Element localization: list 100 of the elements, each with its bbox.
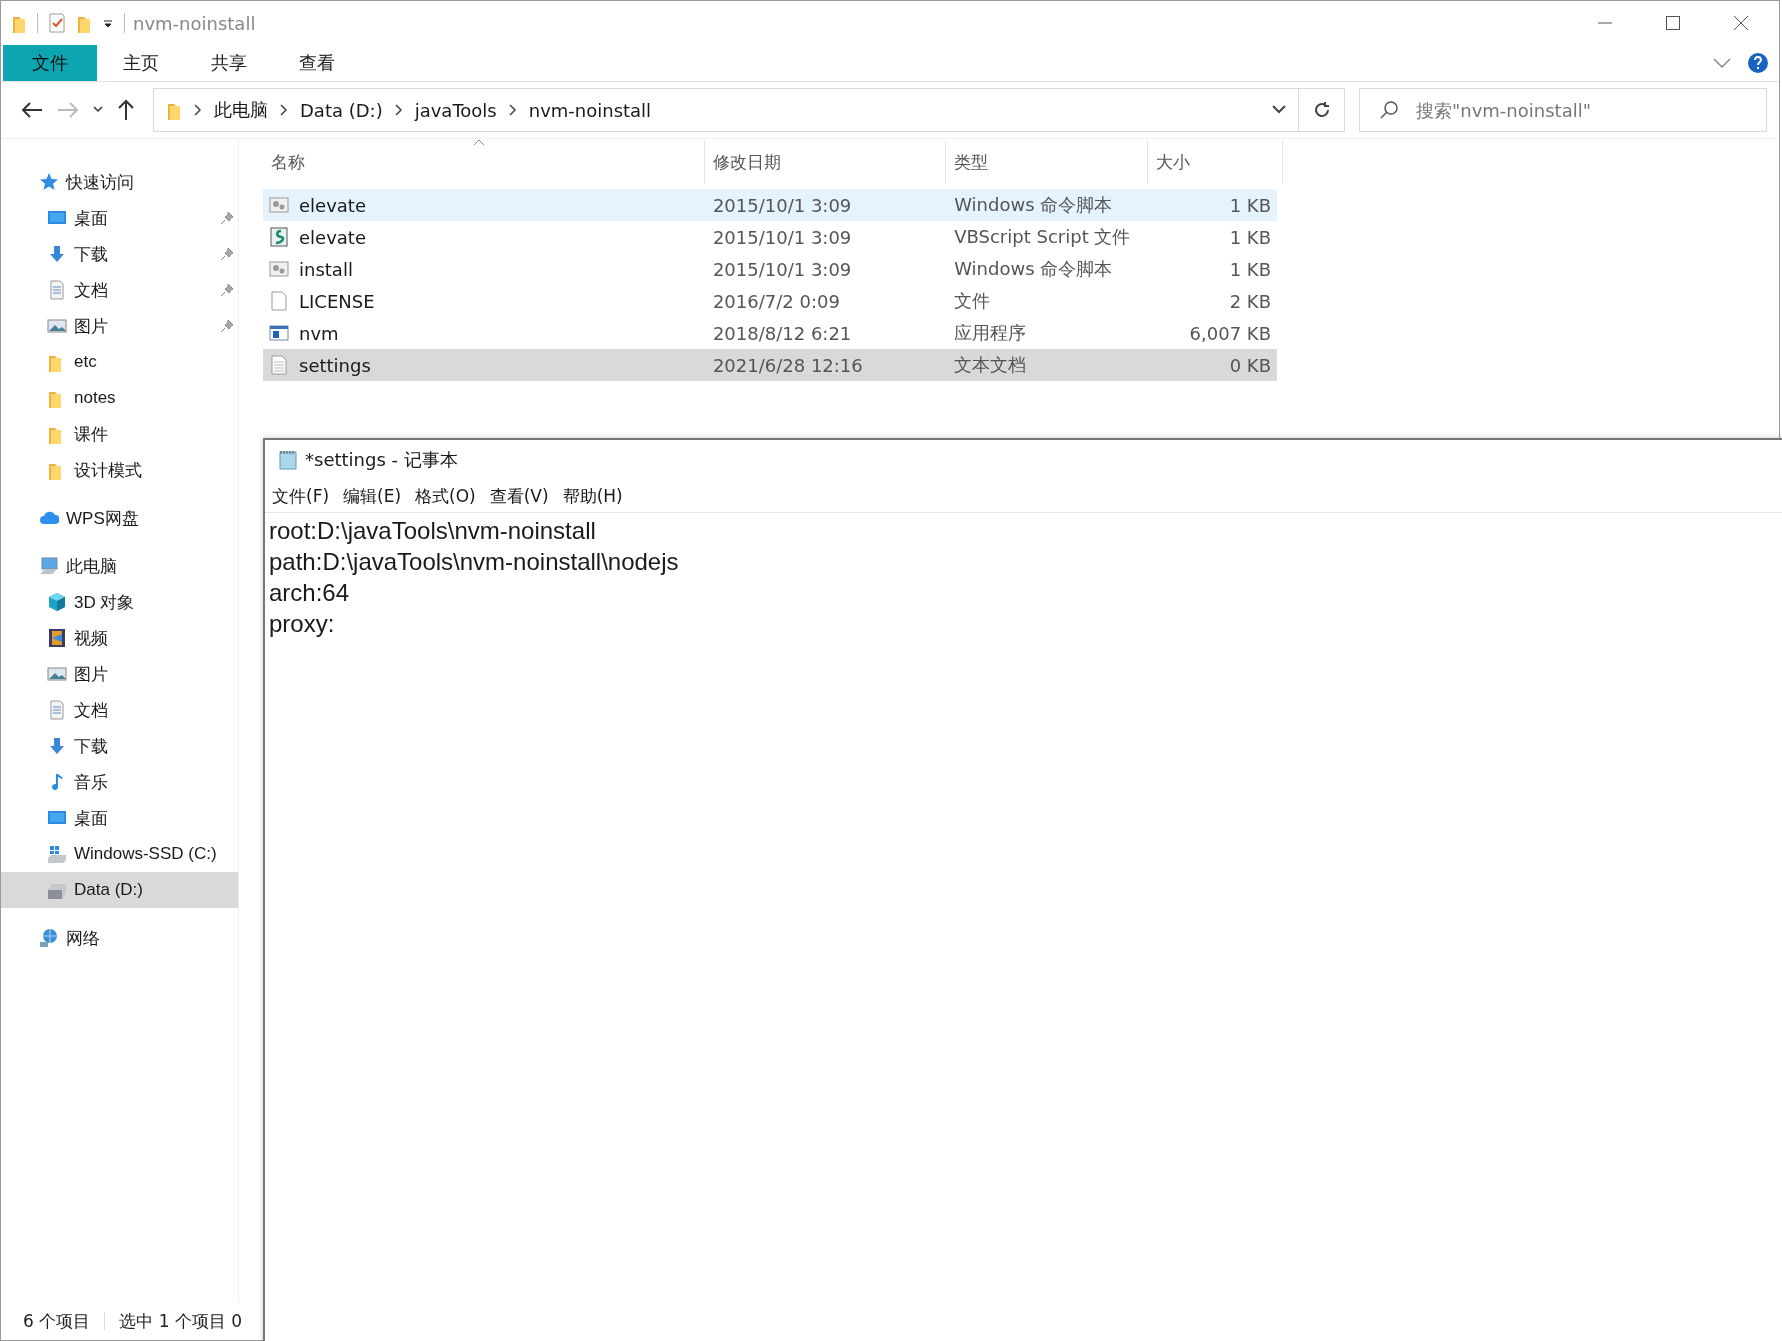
table-cell-text: Windows 命令脚本 <box>953 193 1114 217</box>
text-line: path:D:\javaTools\nvm-noinstall\nodejs <box>269 547 680 577</box>
table-cell-text: Windows 命令脚本 <box>953 257 1114 281</box>
search-field[interactable]: 搜索"nvm-noinstall" <box>1359 88 1767 132</box>
drive-icon <box>47 844 67 864</box>
file-name: elevate <box>299 194 366 216</box>
file-row[interactable]: install 2015/10/1 3:09 Windows 命令脚本 1 KB <box>263 253 1277 285</box>
breadcrumb[interactable]: nvm-noinstall <box>528 99 652 121</box>
blank-document-icon <box>269 291 289 311</box>
table-cell-text: 应用程序 <box>953 321 1028 345</box>
ribbon-tab[interactable]: 文件 <box>3 45 97 81</box>
chevron-right-icon <box>280 104 288 116</box>
table-cell-text: 6,007 KB <box>1188 322 1272 344</box>
column-header[interactable]: 大小 <box>1147 140 1283 184</box>
menu-item[interactable]: 编辑(E) <box>343 484 402 508</box>
menu-item[interactable]: 格式(O) <box>415 484 476 508</box>
back-arrow-icon[interactable] <box>21 101 43 119</box>
sidebar-item[interactable]: 桌面 <box>1 800 238 836</box>
sidebar-item[interactable]: WPS网盘 <box>1 500 238 536</box>
checklist-icon[interactable] <box>48 13 66 33</box>
file-name: nvm <box>299 322 339 344</box>
notepad-icon <box>277 449 299 471</box>
file-row[interactable]: LICENSE 2016/7/2 0:09 文件 2 KB <box>263 285 1277 317</box>
chevron-down-icon[interactable] <box>1272 105 1286 115</box>
file-row[interactable]: elevate 2015/10/1 3:09 Windows 命令脚本 1 KB <box>263 189 1277 221</box>
sidebar-item[interactable]: 视频 <box>1 620 238 656</box>
sidebar-item[interactable]: 课件 <box>1 416 238 452</box>
sidebar-item[interactable]: Data (D:) <box>1 872 238 908</box>
chevron-right-icon <box>394 104 403 116</box>
address-bar[interactable]: 此电脑 Data (D:) javaTools nvm-noinstall <box>153 88 1299 132</box>
column-header[interactable]: 名称 <box>263 140 705 184</box>
menu-item[interactable]: 帮助(H) <box>562 484 623 508</box>
sidebar-item[interactable]: 图片 <box>1 656 238 692</box>
text-area[interactable]: root:D:\javaTools\nvm-noinstall path:D:\javaTools\nvm-noinstall\nodejs arch:64 proxy: <box>265 513 1782 1333</box>
refresh-button[interactable] <box>1299 88 1345 132</box>
table-cell-text: 文本文档 <box>953 353 1028 377</box>
file-name: settings <box>299 354 371 376</box>
gears-document-icon <box>269 195 289 215</box>
table-cell-text: 文件 <box>953 289 992 313</box>
up-arrow-icon[interactable] <box>117 99 135 121</box>
breadcrumb[interactable]: javaTools <box>414 99 497 121</box>
sidebar-item[interactable]: 音乐 <box>1 764 238 800</box>
sidebar-item[interactable]: notes <box>1 380 238 416</box>
ribbon-tab[interactable]: 查看 <box>273 45 361 81</box>
pin-icon <box>220 211 234 225</box>
maximize-icon[interactable] <box>1665 15 1681 31</box>
sidebar-item[interactable]: 此电脑 <box>1 548 238 584</box>
globe-icon <box>39 928 59 948</box>
table-cell-text: 2015/10/1 3:09 <box>711 194 853 216</box>
sidebar-item[interactable]: 设计模式 <box>1 452 238 488</box>
refresh-icon <box>1312 101 1331 119</box>
table-cell-text: VBScript Script 文件 <box>953 225 1132 249</box>
search-icon <box>1379 100 1399 120</box>
window-title: nvm-noinstall <box>133 12 256 34</box>
picture-icon <box>47 664 67 684</box>
column-header[interactable]: 类型 <box>946 140 1148 184</box>
sidebar-item[interactable]: 图片 <box>1 308 238 344</box>
pin-icon <box>220 283 234 297</box>
application-icon <box>269 323 289 343</box>
pin-icon <box>220 247 234 261</box>
file-row[interactable]: nvm 2018/8/12 6:21 应用程序 6,007 KB <box>263 317 1277 349</box>
sidebar-item[interactable]: 下载 <box>1 728 238 764</box>
text-line: root:D:\javaTools\nvm-noinstall <box>269 516 597 546</box>
menu-item[interactable]: 查看(V) <box>489 484 549 508</box>
table-cell-text: 1 KB <box>1228 194 1272 216</box>
status-text: 选中 1 个项目 0 <box>119 1309 243 1333</box>
sidebar-item[interactable]: 网络 <box>1 920 238 956</box>
table-cell-text: 0 KB <box>1228 354 1272 376</box>
sidebar-item[interactable]: 3D 对象 <box>1 584 238 620</box>
help-icon[interactable] <box>1747 52 1769 74</box>
ribbon-tab[interactable]: 主页 <box>97 45 185 81</box>
chevron-right-icon <box>194 104 202 116</box>
sidebar-item[interactable]: 桌面 <box>1 200 238 236</box>
file-row[interactable]: settings 2021/6/28 12:16 文本文档 0 KB <box>263 349 1277 381</box>
text-line: proxy: <box>269 609 336 639</box>
picture-icon <box>47 316 67 336</box>
ribbon-tab[interactable]: 共享 <box>185 45 273 81</box>
breadcrumb[interactable]: Data (D:) <box>300 99 383 121</box>
text-document-icon <box>269 355 289 375</box>
window-title: *settings - 记事本 <box>305 448 458 472</box>
close-icon[interactable] <box>1733 15 1749 31</box>
breadcrumb[interactable]: 此电脑 <box>214 98 268 122</box>
script-icon <box>269 227 289 247</box>
file-row[interactable]: elevate 2015/10/1 3:09 VBScript Script 文件 1 KB <box>263 221 1277 253</box>
sidebar-item[interactable]: Windows-SSD (C:) <box>1 836 238 872</box>
document-icon <box>47 700 67 720</box>
table-cell-text: 1 KB <box>1228 258 1272 280</box>
status-text: 6 个项目 <box>23 1309 91 1333</box>
file-name: elevate <box>299 226 366 248</box>
chevron-down-icon[interactable] <box>93 106 103 114</box>
column-header[interactable]: 修改日期 <box>704 140 947 184</box>
table-cell-text: 2015/10/1 3:09 <box>711 226 853 248</box>
sidebar-item[interactable]: 文档 <box>1 692 238 728</box>
sidebar-item[interactable]: etc <box>1 344 238 380</box>
sidebar-item[interactable]: 下载 <box>1 236 238 272</box>
file-name: install <box>299 258 353 280</box>
sidebar-item[interactable]: 快速访问 <box>1 164 238 200</box>
sidebar-item[interactable]: 文档 <box>1 272 238 308</box>
menu-item[interactable]: 文件(F) <box>272 484 330 508</box>
down-arrow-icon <box>47 736 67 756</box>
